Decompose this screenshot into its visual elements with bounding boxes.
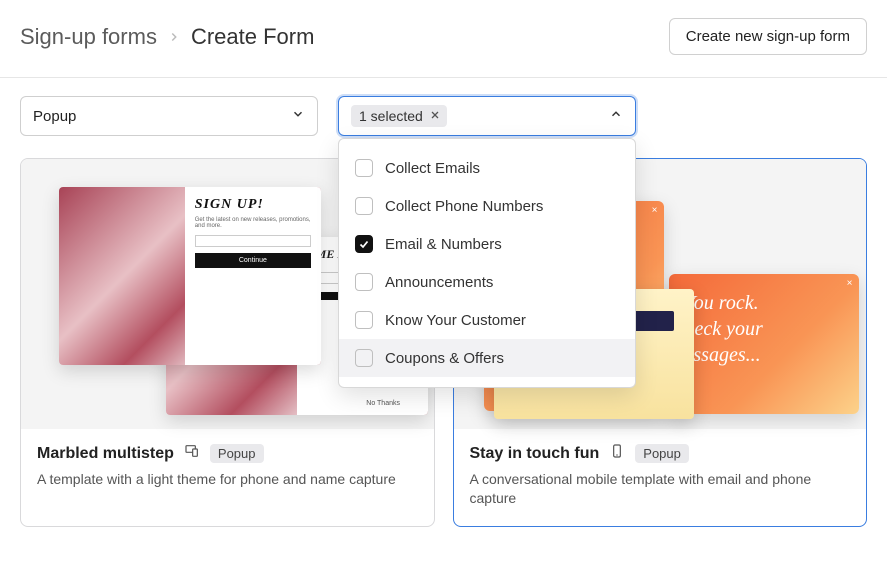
tag-dropdown: Collect Emails Collect Phone Numbers Email… — [338, 138, 636, 388]
mock-line: essages... — [685, 344, 761, 366]
mock-line: You rock. — [685, 292, 759, 314]
template-badge: Popup — [635, 444, 689, 463]
mock-heading: SIGN UP! — [195, 197, 311, 213]
desktop-icon — [184, 443, 200, 464]
dropdown-option[interactable]: Announcements — [339, 263, 635, 301]
mock-button: Continue — [195, 253, 311, 268]
template-description: A conversational mobile template with em… — [470, 470, 851, 508]
dropdown-option-label: Coupons & Offers — [385, 350, 504, 367]
dropdown-option-label: Email & Numbers — [385, 236, 502, 253]
template-title: Stay in touch fun — [470, 445, 600, 463]
tag-select[interactable]: 1 selected — [338, 96, 636, 136]
breadcrumb-root[interactable]: Sign-up forms — [20, 24, 157, 50]
checkbox-icon[interactable] — [355, 273, 373, 291]
create-form-button[interactable]: Create new sign-up form — [669, 18, 867, 55]
breadcrumb-current: Create Form — [191, 24, 314, 50]
checkbox-icon[interactable] — [355, 159, 373, 177]
dropdown-option-label: Know Your Customer — [385, 312, 526, 329]
template-description: A template with a light theme for phone … — [37, 470, 418, 489]
close-icon[interactable] — [429, 108, 441, 124]
selected-chip: 1 selected — [351, 105, 447, 127]
checkbox-icon[interactable] — [355, 349, 373, 367]
dropdown-option-label: Collect Emails — [385, 160, 480, 177]
breadcrumb: Sign-up forms Create Form — [20, 24, 314, 50]
mock-no-thanks: No Thanks — [366, 400, 400, 407]
dropdown-option[interactable]: Email & Numbers — [339, 225, 635, 263]
dropdown-option-label: Collect Phone Numbers — [385, 198, 543, 215]
chevron-down-icon — [291, 107, 305, 125]
checkbox-icon[interactable] — [355, 235, 373, 253]
checkbox-icon[interactable] — [355, 311, 373, 329]
mobile-icon — [609, 443, 625, 464]
chip-label: 1 selected — [359, 108, 423, 124]
chevron-right-icon — [167, 24, 181, 50]
dropdown-option-label: Announcements — [385, 274, 493, 291]
type-select[interactable]: Popup — [20, 96, 318, 136]
checkbox-icon[interactable] — [355, 197, 373, 215]
mock-subtext: Get the latest on new releases, promotio… — [195, 217, 311, 229]
dropdown-option[interactable]: Know Your Customer — [339, 301, 635, 339]
template-badge: Popup — [210, 444, 264, 463]
dropdown-option[interactable]: Coupons & Offers — [339, 339, 635, 377]
template-title: Marbled multistep — [37, 445, 174, 463]
type-select-value: Popup — [33, 108, 76, 125]
chevron-up-icon — [609, 107, 623, 125]
dropdown-option[interactable]: Collect Phone Numbers — [339, 187, 635, 225]
dropdown-option[interactable]: Collect Emails — [339, 149, 635, 187]
mock-line: heck your — [685, 318, 763, 340]
